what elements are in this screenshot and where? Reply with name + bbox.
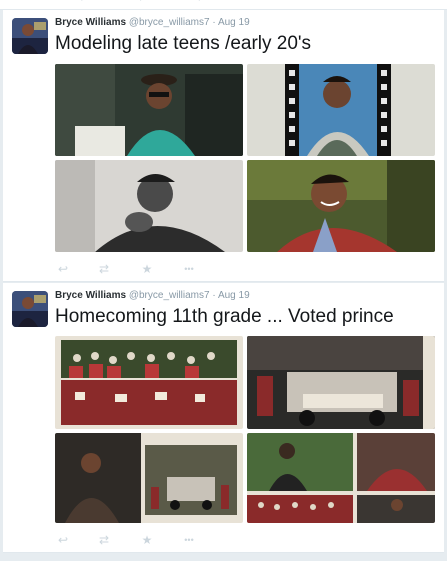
tweet-photo[interactable] [247,433,435,523]
tweet[interactable]: Bryce Williams @bryce_williams7 · Aug 19… [3,10,444,282]
tweet-photo[interactable] [55,160,243,252]
reply-icon[interactable]: ↩ [55,533,71,547]
tweet-text: Homecoming 11th grade ... Voted prince [55,306,394,327]
tweet-header: Bryce Williams @bryce_williams7 · Aug 19 [55,290,250,301]
tweet-actions: ↩ ⇄ ★ ••• [55,533,255,547]
tweet-photo[interactable] [55,64,243,156]
separator: · [212,17,216,28]
separator: · [212,290,216,301]
previous-actions-ghost: · · · [80,0,228,6]
tweet-actions: ↩ ⇄ ★ ••• [55,262,255,276]
favorite-icon[interactable]: ★ [139,262,155,276]
author-name[interactable]: Bryce Williams [55,290,126,301]
timeline-gap [0,553,447,561]
author-handle[interactable]: @bryce_williams7 [129,290,210,301]
tweet-photo[interactable] [247,336,435,429]
timestamp[interactable]: Aug 19 [218,17,250,28]
previous-tweet-footer: · · · [0,0,447,10]
avatar[interactable] [12,18,48,54]
avatar-image [12,291,48,327]
retweet-icon[interactable]: ⇄ [96,533,112,547]
retweet-icon[interactable]: ⇄ [96,262,112,276]
tweet-photo[interactable] [55,336,243,429]
tweet[interactable]: Bryce Williams @bryce_williams7 · Aug 19… [3,283,444,553]
tweet-text: Modeling late teens /early 20's [55,33,312,54]
author-handle[interactable]: @bryce_williams7 [129,17,210,28]
reply-icon[interactable]: ↩ [55,262,71,276]
tweet-header: Bryce Williams @bryce_williams7 · Aug 19 [55,17,250,28]
more-icon[interactable]: ••• [181,533,197,547]
favorite-icon[interactable]: ★ [139,533,155,547]
tweet-photo[interactable] [247,64,435,156]
timestamp[interactable]: Aug 19 [218,290,250,301]
author-name[interactable]: Bryce Williams [55,17,126,28]
more-icon[interactable]: ••• [181,262,197,276]
avatar-image [12,18,48,54]
tweet-photo[interactable] [55,433,243,523]
avatar[interactable] [12,291,48,327]
tweet-photo[interactable] [247,160,435,252]
